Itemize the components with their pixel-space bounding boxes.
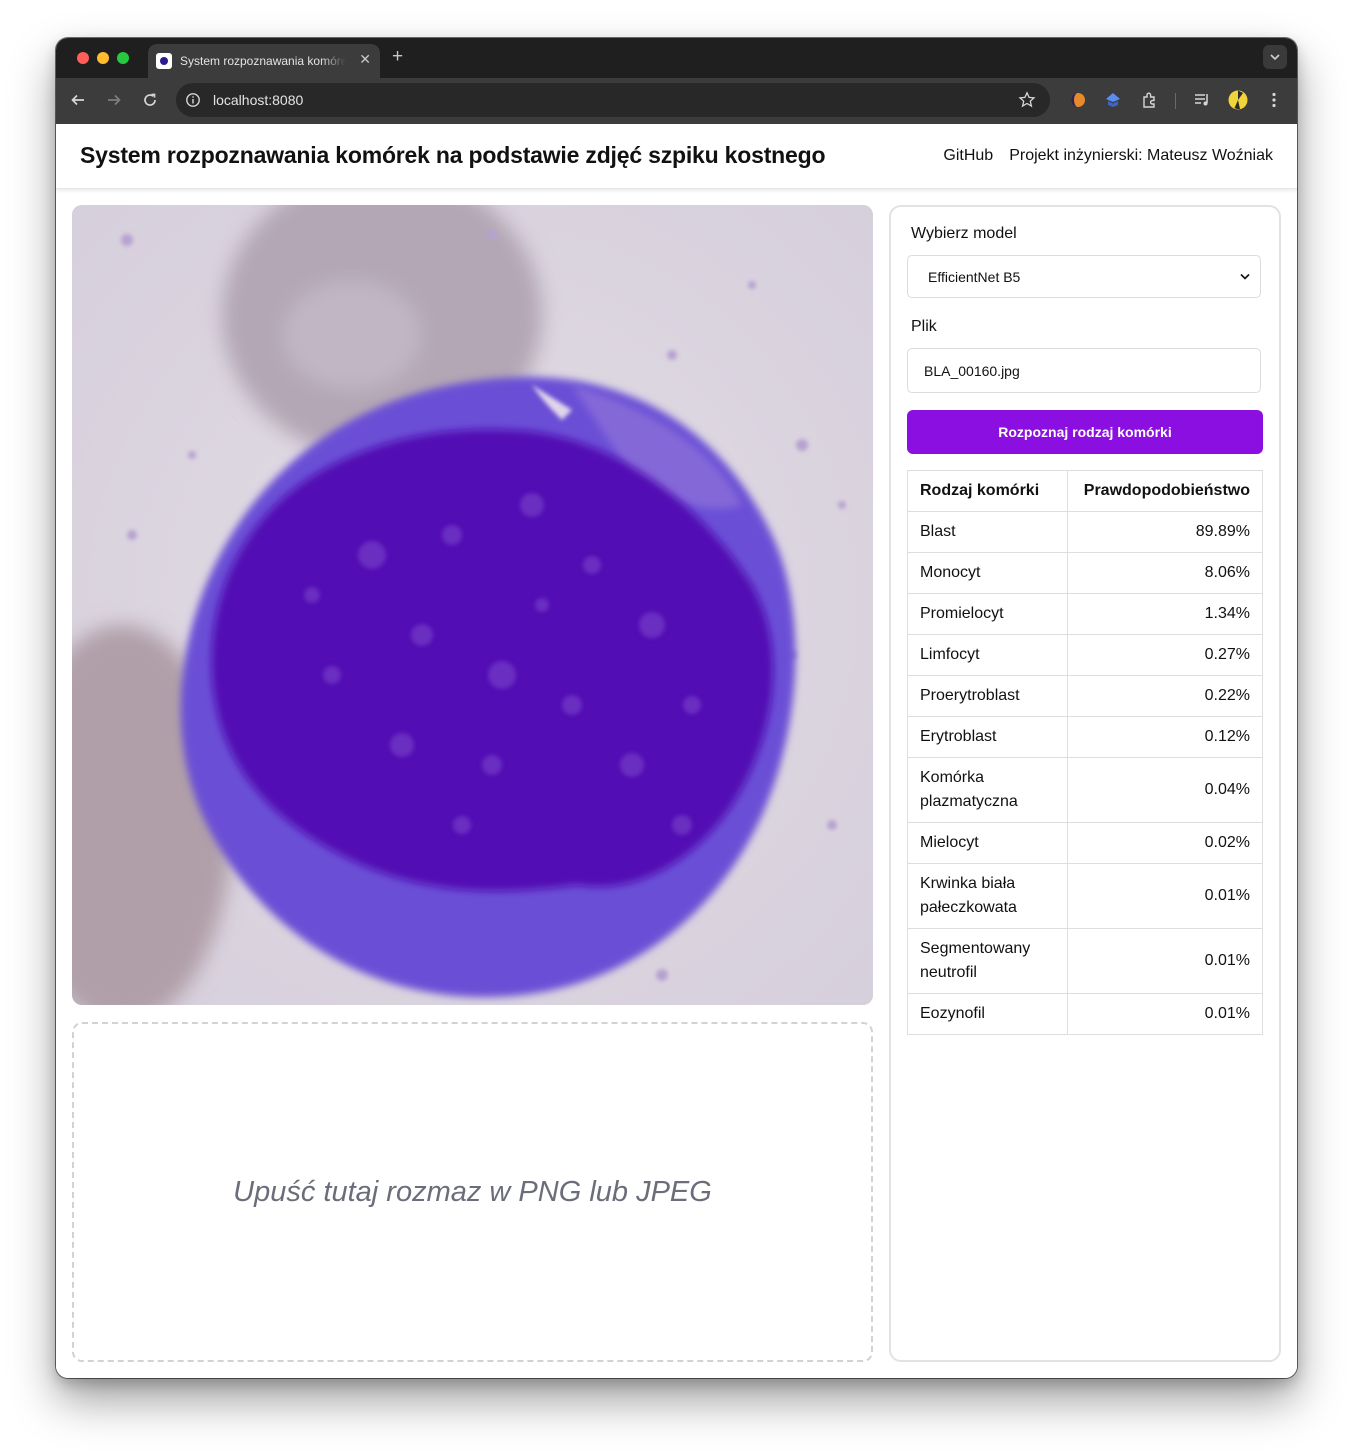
column-header-probability: Prawdopodobieństwo: [1067, 470, 1263, 512]
results-table: Rodzaj komórki Prawdopodobieństwo Blast 8…: [907, 470, 1263, 1035]
cell-probability: 0.01%: [1067, 993, 1263, 1035]
model-select-value: EfficientNet B5: [928, 268, 1021, 285]
chevron-down-icon: [1270, 54, 1280, 61]
table-row: Erytroblast 0.12%: [907, 716, 1263, 758]
close-tab-icon[interactable]: ✕: [359, 51, 371, 68]
table-row: Promielocyt 1.34%: [907, 593, 1263, 635]
minimize-window-button[interactable]: [97, 52, 109, 64]
model-select[interactable]: EfficientNet B5: [907, 255, 1261, 298]
browser-menu-icon[interactable]: [1264, 90, 1284, 110]
column-header-type: Rodzaj komórki: [907, 470, 1068, 512]
extension-orange-icon[interactable]: [1068, 90, 1088, 110]
table-row: Proerytroblast 0.22%: [907, 675, 1263, 717]
close-window-button[interactable]: [77, 52, 89, 64]
arrow-right-icon: [108, 94, 121, 106]
reload-button[interactable]: [139, 89, 161, 111]
cell-type: Eozynofil: [907, 993, 1068, 1035]
profile-avatar-icon[interactable]: [1228, 90, 1248, 110]
cell-type: Blast: [907, 511, 1068, 553]
extension-blue-icon[interactable]: [1103, 90, 1123, 110]
cell-image-preview: [72, 205, 873, 1005]
file-label: Plik: [911, 318, 937, 335]
new-tab-icon[interactable]: +: [392, 46, 403, 68]
chevron-down-icon: [1240, 273, 1250, 280]
github-link[interactable]: GitHub: [943, 147, 993, 165]
bookmark-star-icon[interactable]: [1018, 91, 1036, 109]
table-row: Blast 89.89%: [907, 511, 1263, 553]
cell-type: Komórka plazmatyczna: [907, 757, 1068, 823]
back-button[interactable]: [67, 89, 89, 111]
page: System rozpoznawania komórek na podstawi…: [56, 124, 1297, 1378]
cell-probability: 89.89%: [1067, 511, 1263, 553]
model-label: Wybierz model: [911, 225, 1017, 242]
author-link[interactable]: Projekt inżynierski: Mateusz Woźniak: [1009, 147, 1273, 165]
reload-icon: [144, 93, 156, 106]
top-nav: GitHub Projekt inżynierski: Mateusz Woźn…: [943, 147, 1273, 165]
toolbar-divider: [1175, 93, 1176, 109]
cell-type: Erytroblast: [907, 716, 1068, 758]
cell-probability: 0.12%: [1067, 716, 1263, 758]
table-row: Monocyt 8.06%: [907, 552, 1263, 594]
tab-title: System rozpoznawania komórek na podstawi…: [180, 54, 346, 68]
cell-type: Limfocyt: [907, 634, 1068, 676]
cell-microscopy-image: [72, 205, 873, 1005]
media-control-icon[interactable]: [1192, 90, 1212, 110]
cell-probability: 8.06%: [1067, 552, 1263, 594]
url-text: localhost:8080: [213, 92, 304, 108]
zoom-window-button[interactable]: [117, 52, 129, 64]
cell-type: Monocyt: [907, 552, 1068, 594]
cell-probability: 1.34%: [1067, 593, 1263, 635]
extensions-puzzle-icon[interactable]: [1140, 90, 1160, 110]
browser-window: System rozpoznawania komórek na podstawi…: [56, 38, 1297, 1378]
page-title: System rozpoznawania komórek na podstawi…: [80, 142, 826, 168]
cell-type: Proerytroblast: [907, 675, 1068, 717]
cell-type: Krwinka biała pałeczkowata: [907, 863, 1068, 929]
forward-button[interactable]: [103, 89, 125, 111]
file-dropzone[interactable]: Upuść tutaj rozmaz w PNG lub JPEG: [72, 1022, 873, 1362]
table-row: Komórka plazmatyczna 0.04%: [907, 757, 1263, 823]
address-bar[interactable]: localhost:8080: [176, 83, 1050, 117]
arrow-left-icon: [71, 94, 84, 106]
table-row: Segmentowany neutrofil 0.01%: [907, 928, 1263, 994]
dropzone-text: Upuść tutaj rozmaz w PNG lub JPEG: [233, 1175, 712, 1208]
cell-type: Segmentowany neutrofil: [907, 928, 1068, 994]
results-header-row: Rodzaj komórki Prawdopodobieństwo: [907, 470, 1263, 512]
recognize-button[interactable]: Rozpoznaj rodzaj komórki: [907, 410, 1263, 454]
cell-type: Mielocyt: [907, 822, 1068, 864]
cell-probability: 0.02%: [1067, 822, 1263, 864]
favicon-icon: [156, 53, 172, 69]
browser-toolbar: localhost:8080: [56, 78, 1297, 124]
table-row: Krwinka biała pałeczkowata 0.01%: [907, 863, 1263, 929]
file-input[interactable]: BLA_00160.jpg: [907, 348, 1261, 393]
cell-probability: 0.01%: [1067, 863, 1263, 929]
table-row: Mielocyt 0.02%: [907, 822, 1263, 864]
cell-probability: 0.27%: [1067, 634, 1263, 676]
table-row: Limfocyt 0.27%: [907, 634, 1263, 676]
cell-probability: 0.22%: [1067, 675, 1263, 717]
tab-strip: System rozpoznawania komórek na podstawi…: [56, 38, 1297, 78]
active-tab[interactable]: System rozpoznawania komórek na podstawi…: [148, 44, 380, 78]
file-input-value: BLA_00160.jpg: [924, 362, 1020, 379]
classification-panel: Wybierz model EfficientNet B5 Plik BLA_0…: [889, 205, 1281, 1362]
tab-search-button[interactable]: [1263, 45, 1287, 69]
cell-type: Promielocyt: [907, 593, 1068, 635]
table-row: Eozynofil 0.01%: [907, 993, 1263, 1035]
site-info-icon[interactable]: [185, 92, 201, 108]
cell-probability: 0.01%: [1067, 928, 1263, 994]
app-header: System rozpoznawania komórek na podstawi…: [56, 124, 1297, 189]
cell-probability: 0.04%: [1067, 757, 1263, 823]
window-controls: [77, 52, 129, 64]
